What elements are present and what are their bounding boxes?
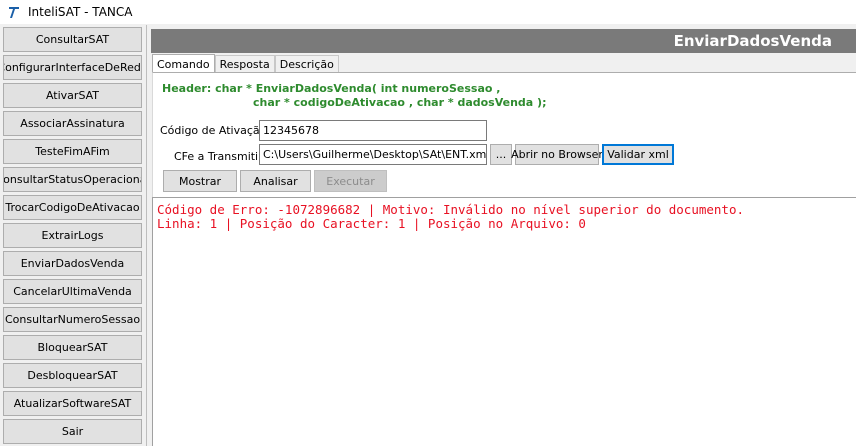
sidebar-item-associarassinatura[interactable]: AssociarAssinatura [3, 111, 142, 136]
tab-comando[interactable]: Comando [152, 54, 215, 73]
signature-line-2: char * codigoDeAtivacao , char * dadosVe… [253, 96, 547, 109]
sidebar-item-consultarnumerosessao[interactable]: ConsultarNumeroSessao [3, 307, 142, 332]
sidebar-item-atualizarsoftwaresat[interactable]: AtualizarSoftwareSAT [3, 391, 142, 416]
cfe-transmitir-label: CFe a Transmitir: [174, 150, 267, 163]
sidebar-item-testefimafim[interactable]: TesteFimAFim [3, 139, 142, 164]
sidebar-item-configurarinterfacederede[interactable]: ConfigurarInterfaceDeRede [3, 55, 142, 80]
sidebar-item-sair[interactable]: Sair [3, 419, 142, 444]
tab-descricao[interactable]: Descrição [274, 55, 339, 73]
codigo-ativacao-label: Código de Ativação: [160, 124, 271, 137]
sidebar-item-enviardadosvenda[interactable]: EnviarDadosVenda [3, 251, 142, 276]
error-line-2: Linha: 1 | Posição do Caracter: 1 | Posi… [157, 216, 586, 231]
output-log[interactable]: Código de Erro: -1072896682 | Motivo: In… [152, 197, 856, 446]
title-bar: InteliSAT - TANCA [0, 0, 856, 24]
page-title: EnviarDadosVenda [151, 29, 856, 53]
sidebar-item-desbloquearsat[interactable]: DesbloquearSAT [3, 363, 142, 388]
signature-line-1: Header: char * EnviarDadosVenda( int num… [162, 82, 501, 95]
cfe-path-input[interactable]: C:\Users\Guilherme\Desktop\SAt\ENT.xml [259, 144, 487, 165]
sidebar-item-consultarstatusoperacional[interactable]: ConsultarStatusOperacional [3, 167, 142, 192]
validar-xml-button[interactable]: Validar xml [602, 144, 674, 165]
sidebar: ConsultarSAT ConfigurarInterfaceDeRede A… [0, 25, 146, 446]
tab-strip: Comando Resposta Descrição [152, 54, 339, 73]
error-line-1: Código de Erro: -1072896682 | Motivo: In… [157, 202, 744, 217]
abrir-browser-button[interactable]: Abrir no Browser [511, 144, 603, 165]
analisar-button[interactable]: Analisar [240, 170, 311, 192]
sidebar-item-trocarcodigodeativacao[interactable]: TrocarCodigoDeAtivacao [3, 195, 142, 220]
function-signature: Header: char * EnviarDadosVenda( int num… [162, 82, 546, 110]
codigo-ativacao-input[interactable]: 12345678 [259, 120, 487, 141]
sidebar-item-cancelarultimavenda[interactable]: CancelarUltimaVenda [3, 279, 142, 304]
splitter[interactable] [146, 25, 147, 446]
sidebar-item-consultarsat[interactable]: ConsultarSAT [3, 27, 142, 52]
sidebar-item-bloquearsat[interactable]: BloquearSAT [3, 335, 142, 360]
sidebar-item-ativarsat[interactable]: AtivarSAT [3, 83, 142, 108]
window-title: InteliSAT - TANCA [28, 5, 133, 19]
app-logo-icon [6, 4, 22, 20]
browse-button[interactable]: ... [490, 144, 512, 165]
mostrar-button[interactable]: Mostrar [163, 170, 237, 192]
sidebar-item-extrairlogs[interactable]: ExtrairLogs [3, 223, 142, 248]
tab-resposta[interactable]: Resposta [214, 55, 275, 73]
executar-button[interactable]: Executar [314, 170, 387, 192]
